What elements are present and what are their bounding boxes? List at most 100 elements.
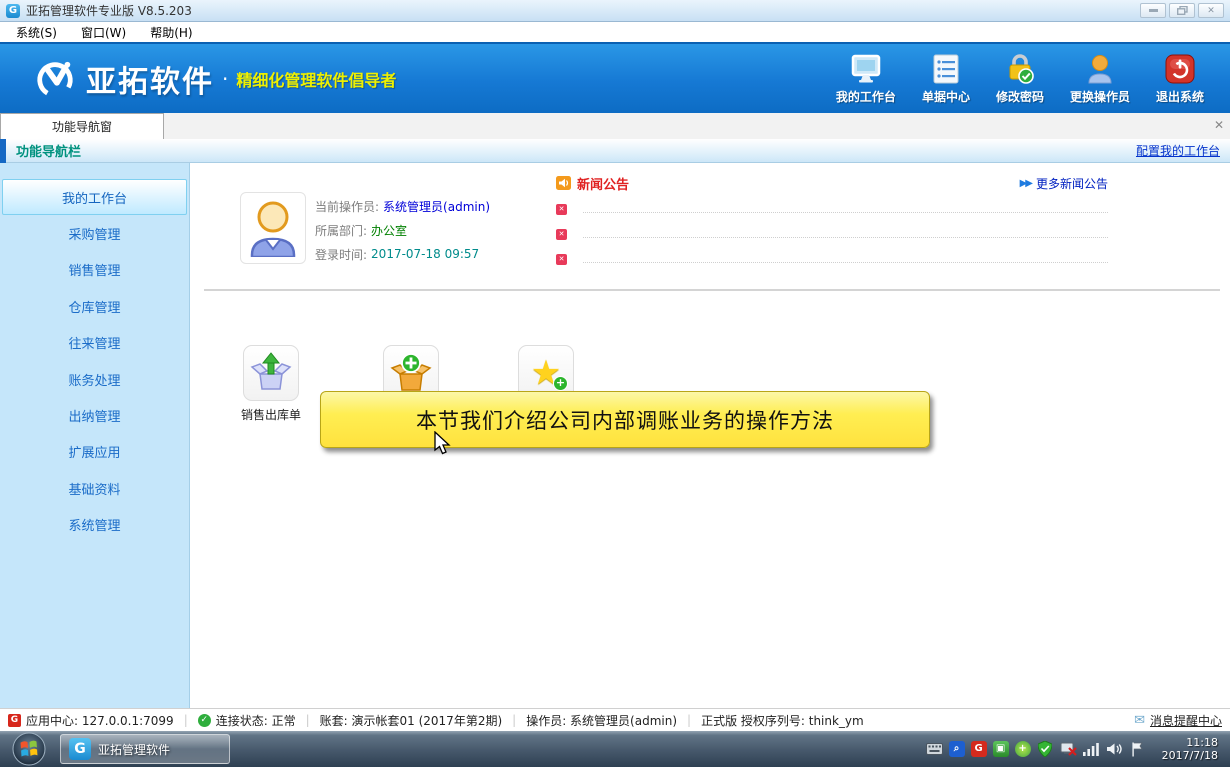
sidebar-item-my-workspace[interactable]: 我的工作台 [2, 179, 187, 215]
app-header: 亚拓软件 · 精细化管理软件倡导者 我的工作台 [0, 42, 1230, 113]
toolbar-document-center[interactable]: 单据中心 [922, 53, 970, 105]
toolbar-change-password[interactable]: 修改密码 [996, 53, 1044, 105]
nav-accent-bar [0, 139, 6, 163]
menu-system[interactable]: 系统(S) [6, 22, 67, 43]
dotted-divider [583, 262, 1108, 263]
brand-slogan: 精细化管理软件倡导者 [236, 67, 396, 91]
brand-dot: · [222, 67, 228, 91]
action-center-flag-icon[interactable] [1129, 741, 1146, 758]
taskbar-app-button[interactable]: G 亚拓管理软件 [60, 734, 230, 764]
tutorial-banner: 本节我们介绍公司内部调账业务的操作方法 [320, 391, 930, 448]
app-logo-icon: G [6, 4, 20, 18]
status-bar: G 应用中心: 127.0.0.1:7099 | ✓ 连接状态: 正常 | 账套… [0, 708, 1230, 731]
tray-package-icon[interactable]: ▣ [993, 741, 1009, 757]
sidebar-item-purchase[interactable]: 采购管理 [0, 215, 189, 251]
operator-status: 操作员: 系统管理员(admin) [526, 712, 677, 729]
box-out-icon [250, 352, 292, 394]
dotted-divider [583, 212, 1108, 213]
account-set-status: 账套: 演示帐套01 (2017年第2期) [320, 712, 502, 729]
operator-value: 系统管理员(admin) [383, 198, 490, 215]
windows-taskbar: G 亚拓管理软件 ⌕ G ▣ + [0, 731, 1230, 767]
news-item[interactable]: ✕ [556, 192, 1108, 217]
news-title: 新闻公告 [577, 174, 629, 193]
sidebar-item-cashier[interactable]: 出纳管理 [0, 397, 189, 433]
restore-icon [1177, 6, 1188, 15]
message-center-link[interactable]: ✉ 消息提醒中心 [1134, 712, 1222, 729]
envelope-icon: ✉ [1134, 713, 1145, 728]
sidebar-item-accounting[interactable]: 账务处理 [0, 361, 189, 397]
announcement-speaker-icon [556, 176, 571, 190]
nav-title-bar: 功能导航栏 配置我的工作台 [0, 139, 1230, 163]
clock-time: 11:18 [1162, 736, 1218, 749]
news-item[interactable]: ✕ [556, 242, 1108, 267]
touch-keyboard-icon[interactable] [926, 741, 943, 758]
sidebar-item-base-data[interactable]: 基础资料 [0, 470, 189, 506]
plus-badge-icon: + [553, 376, 568, 391]
toolbar-my-workspace[interactable]: 我的工作台 [836, 53, 896, 105]
tab-close-icon[interactable]: ✕ [1214, 118, 1224, 132]
menu-bar: 系统(S) 窗口(W) 帮助(H) [0, 22, 1230, 42]
toolbar-switch-operator[interactable]: 更换操作员 [1070, 53, 1130, 105]
user-icon [1083, 53, 1117, 85]
brand-logo-icon [34, 58, 76, 100]
app-center-icon: G [8, 714, 21, 727]
document-list-icon [929, 53, 963, 85]
tray-yatuo-icon[interactable]: G [971, 741, 987, 757]
news-bullet-icon: ✕ [556, 229, 567, 240]
box-add-icon [390, 352, 432, 394]
tray-shield-icon[interactable] [1037, 741, 1054, 758]
brand: 亚拓软件 · 精细化管理软件倡导者 [34, 57, 396, 101]
section-divider [204, 289, 1220, 291]
app-center-status: 应用中心: 127.0.0.1:7099 [26, 712, 174, 729]
menu-help[interactable]: 帮助(H) [140, 22, 202, 43]
tray-tool-icon[interactable]: ⌕ [949, 741, 965, 757]
volume-icon[interactable] [1106, 741, 1123, 758]
taskbar-app-icon: G [69, 738, 91, 760]
monitor-icon [849, 53, 883, 85]
news-bullet-icon: ✕ [556, 254, 567, 265]
power-icon [1163, 53, 1197, 85]
system-tray: ⌕ G ▣ + 11:18 2017/7/18 [926, 736, 1226, 762]
shortcut-label: 销售出库单 [226, 406, 316, 423]
start-button[interactable] [12, 732, 46, 766]
news-panel: 新闻公告 ▶▶ 更多新闻公告 ✕ ✕ ✕ [556, 174, 1108, 267]
title-bar: G 亚拓管理软件专业版 V8.5.203 ✕ [0, 0, 1230, 22]
tray-360-plus-icon[interactable]: + [1015, 741, 1031, 757]
close-button[interactable]: ✕ [1198, 3, 1224, 18]
avatar-user-icon [246, 199, 300, 257]
news-bullet-icon: ✕ [556, 204, 567, 215]
license-status: 正式版 授权序列号: think_ym [701, 712, 864, 729]
connection-status: 连接状态: 正常 [216, 712, 296, 729]
sidebar-item-extensions[interactable]: 扩展应用 [0, 434, 189, 470]
more-news-link[interactable]: ▶▶ 更多新闻公告 [1020, 175, 1108, 192]
sales-out-button[interactable] [243, 345, 299, 401]
clock-date: 2017/7/18 [1162, 749, 1218, 762]
tab-function-nav[interactable]: 功能导航窗 [0, 113, 164, 139]
login-time-value: 2017-07-18 09:57 [371, 247, 479, 261]
toolbar-exit-system[interactable]: 退出系统 [1156, 53, 1204, 105]
restore-button[interactable] [1169, 3, 1195, 18]
taskbar-clock[interactable]: 11:18 2017/7/18 [1162, 736, 1218, 762]
department-value: 办公室 [371, 222, 407, 239]
sidebar-item-system[interactable]: 系统管理 [0, 507, 189, 543]
operator-info: 当前操作员: 系统管理员(admin) 所属部门: 办公室 登录时间: 2017… [315, 194, 490, 266]
shortcut-sales-out: 销售出库单 [226, 345, 316, 423]
workspace-panel: 当前操作员: 系统管理员(admin) 所属部门: 办公室 登录时间: 2017… [190, 163, 1230, 708]
double-arrow-icon: ▶▶ [1020, 178, 1031, 189]
configure-workspace-link[interactable]: 配置我的工作台 [1136, 142, 1220, 159]
sidebar-item-sales[interactable]: 销售管理 [0, 252, 189, 288]
menu-window[interactable]: 窗口(W) [71, 22, 136, 43]
signal-strength-icon[interactable] [1083, 741, 1100, 758]
lock-check-icon [1003, 53, 1037, 85]
network-disconnected-icon[interactable] [1060, 741, 1077, 758]
brand-name: 亚拓软件 [86, 57, 214, 101]
news-item[interactable]: ✕ [556, 217, 1108, 242]
sidebar-item-contacts[interactable]: 往来管理 [0, 325, 189, 361]
minimize-button[interactable] [1140, 3, 1166, 18]
department-label: 所属部门: [315, 222, 367, 239]
avatar [240, 192, 306, 264]
window-title: 亚拓管理软件专业版 V8.5.203 [26, 2, 192, 19]
connection-ok-icon: ✓ [198, 714, 211, 727]
dotted-divider [583, 237, 1108, 238]
sidebar-item-warehouse[interactable]: 仓库管理 [0, 288, 189, 324]
